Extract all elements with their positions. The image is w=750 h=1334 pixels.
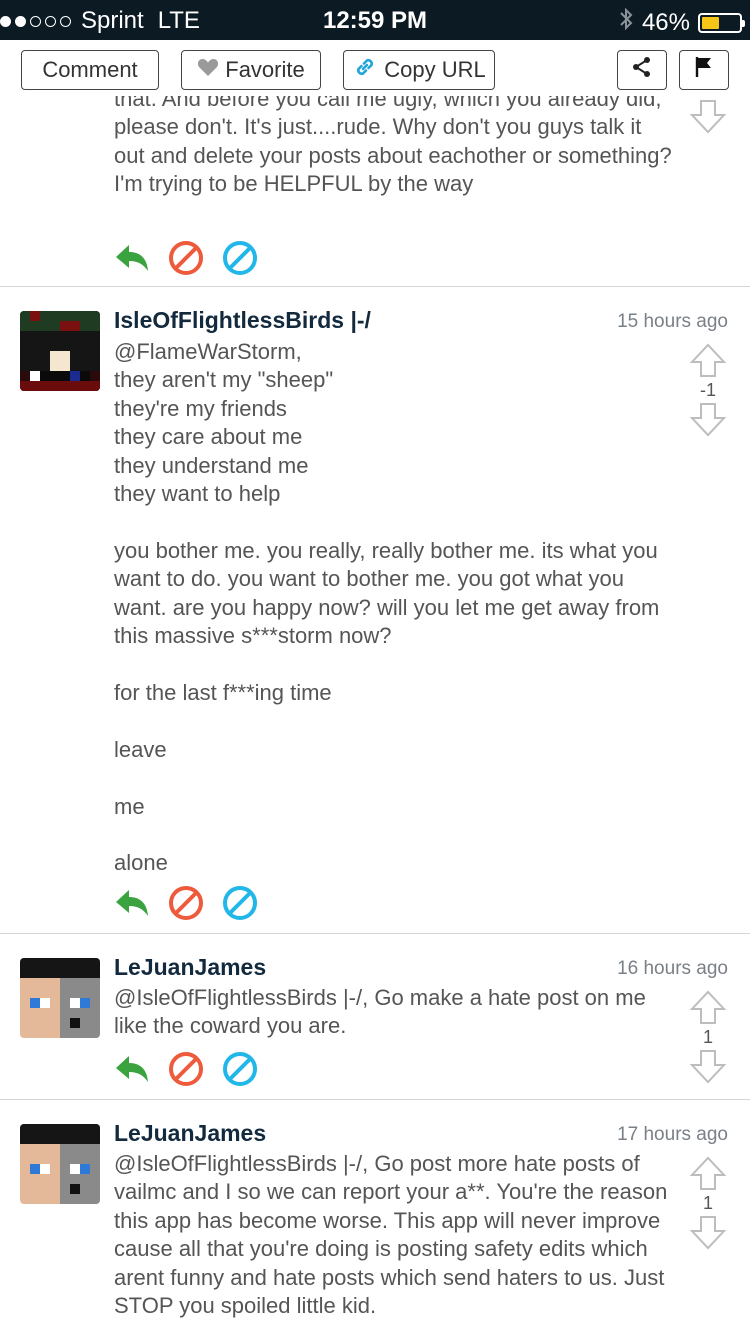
upvote-arrow-icon[interactable] — [688, 341, 728, 379]
comment-item: IsleOfFlightlessBirds |-/ 15 hours ago @… — [0, 287, 750, 934]
avatar[interactable] — [20, 1124, 100, 1204]
copy-url-button-label: Copy URL — [384, 57, 486, 82]
upvote-arrow-icon[interactable] — [688, 988, 728, 1026]
comment-time: 15 hours ago — [617, 311, 728, 332]
comment-actions — [114, 240, 258, 276]
comment-time: 17 hours ago — [617, 1124, 728, 1145]
vote-control: 1 — [688, 1154, 728, 1252]
vote-count: 1 — [702, 1193, 713, 1213]
comment-body: @FlameWarStorm, they aren't my "sheep" t… — [114, 339, 660, 876]
comment-item: LeJuanJames 16 hours ago @IsleOfFlightle… — [0, 934, 750, 1100]
status-bar: Sprint LTE 12:59 PM 46% — [0, 0, 750, 40]
vote-count: 1 — [702, 1027, 713, 1047]
action-toolbar: Comment Favorite Copy URL — [0, 40, 750, 96]
block-icon[interactable] — [168, 240, 204, 276]
comment-item: that. And before you call me ugly, which… — [0, 86, 750, 287]
comment-actions — [114, 1051, 258, 1087]
copy-url-button[interactable]: Copy URL — [343, 50, 495, 90]
cancel-icon[interactable] — [222, 1051, 258, 1087]
vote-control: -1 — [688, 341, 728, 439]
battery-percent: 46% — [641, 8, 690, 36]
downvote-arrow-icon[interactable] — [688, 1048, 728, 1086]
comment-button[interactable]: Comment — [21, 50, 159, 90]
downvote-arrow-icon[interactable] — [688, 1214, 728, 1252]
avatar[interactable] — [20, 311, 100, 391]
reply-icon[interactable] — [114, 1051, 150, 1087]
vote-control: 1 — [688, 988, 728, 1086]
status-right: 46% — [618, 7, 745, 38]
share-button[interactable] — [617, 50, 667, 90]
comment-item: LeJuanJames 17 hours ago @IsleOfFlightle… — [0, 1100, 750, 1334]
cancel-icon[interactable] — [222, 885, 258, 921]
comment-username[interactable]: LeJuanJames — [114, 954, 266, 981]
battery-icon — [698, 12, 745, 33]
reply-icon[interactable] — [114, 885, 150, 921]
comment-button-label: Comment — [42, 57, 138, 82]
heart-icon — [197, 57, 219, 83]
link-icon — [352, 54, 378, 86]
comment-body: that. And before you call me ugly, which… — [114, 86, 672, 197]
comment-body: @IsleOfFlightlessBirds |-/, Go make a ha… — [114, 985, 646, 1039]
favorite-button-label: Favorite — [225, 57, 305, 82]
comment-actions — [114, 885, 258, 921]
upvote-arrow-icon[interactable] — [688, 1154, 728, 1192]
flag-icon — [693, 55, 715, 85]
block-icon[interactable] — [168, 1051, 204, 1087]
comment-username[interactable]: IsleOfFlightlessBirds |-/ — [114, 307, 371, 334]
vote-control — [688, 98, 728, 136]
comment-time: 16 hours ago — [617, 958, 728, 979]
favorite-button[interactable]: Favorite — [181, 50, 321, 90]
comment-username[interactable]: LeJuanJames — [114, 1120, 266, 1147]
cancel-icon[interactable] — [222, 240, 258, 276]
vote-count: -1 — [699, 380, 716, 400]
battery-fill — [702, 16, 719, 29]
block-icon[interactable] — [168, 885, 204, 921]
bluetooth-icon — [618, 7, 634, 38]
reply-icon[interactable] — [114, 240, 150, 276]
avatar[interactable] — [20, 958, 100, 1038]
comment-body: @IsleOfFlightlessBirds |-/, Go post more… — [114, 1151, 668, 1319]
downvote-arrow-icon[interactable] — [688, 98, 728, 136]
downvote-arrow-icon[interactable] — [688, 401, 728, 439]
flag-button[interactable] — [679, 50, 729, 90]
share-icon — [630, 55, 654, 85]
